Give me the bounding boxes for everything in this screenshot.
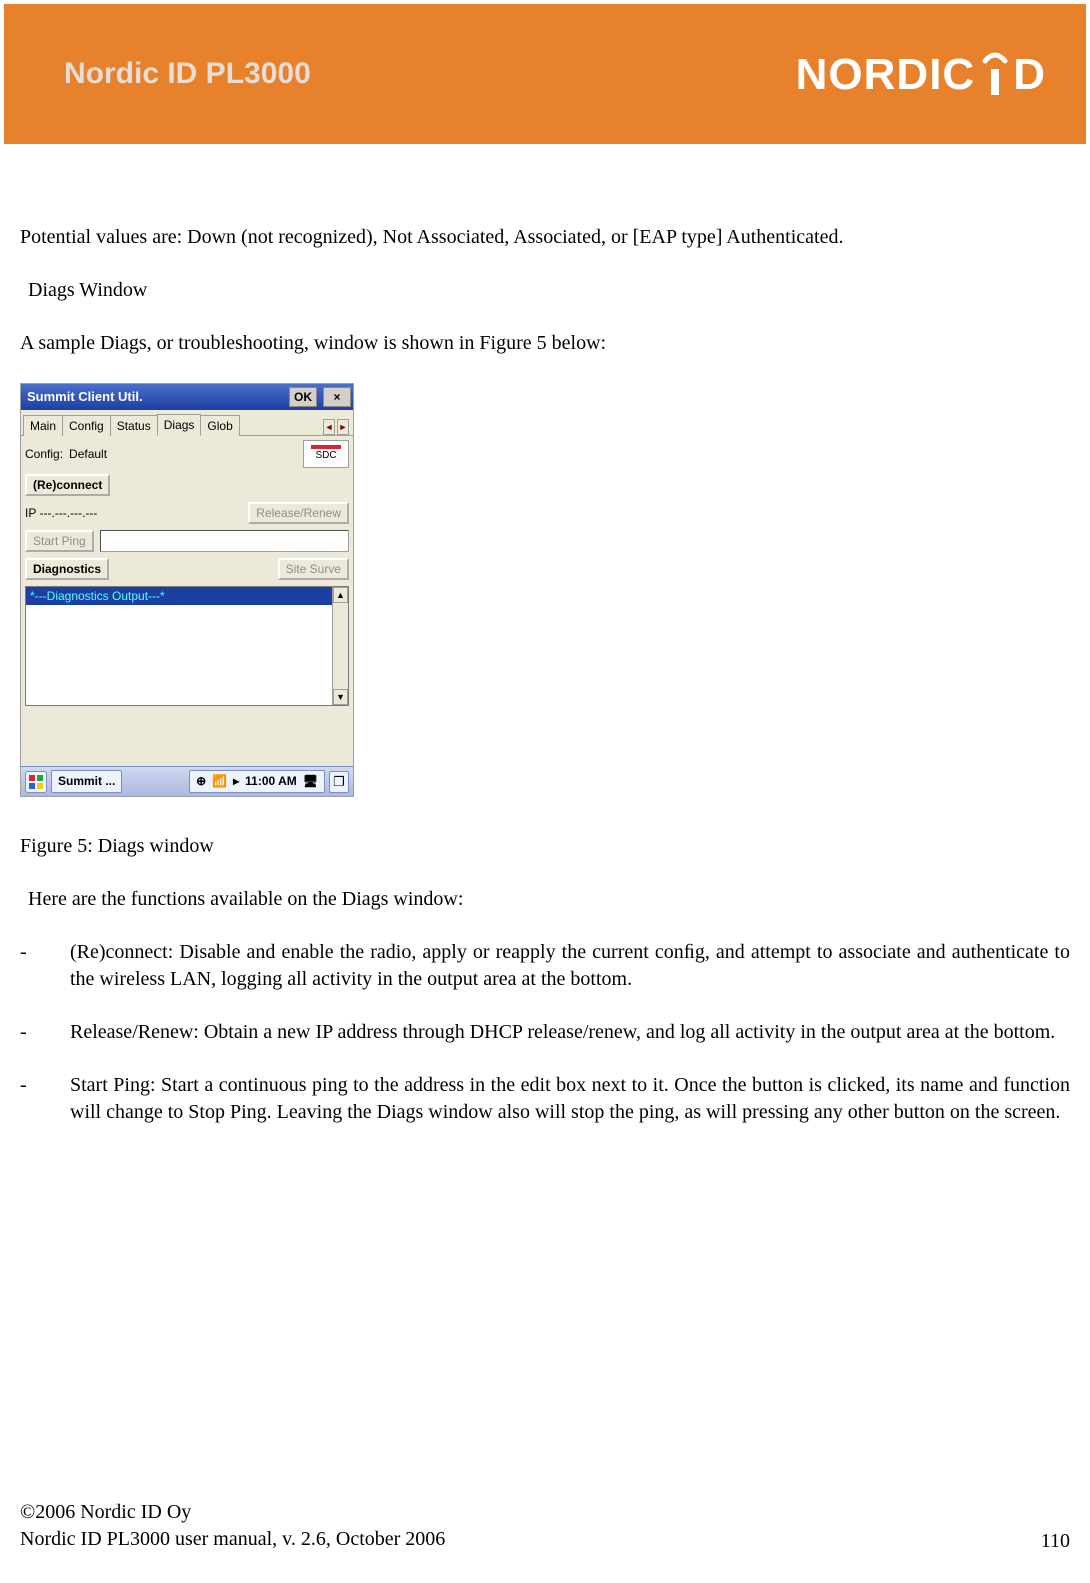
scu-tabstrip: Main Config Status Diags Glob ◄ ► — [21, 410, 353, 436]
paragraph: A sample Diags, or troubleshooting, wind… — [20, 330, 1070, 357]
system-tray[interactable]: ⊕ 📶 ▸ 11:00 AM 🖥 — [189, 770, 325, 792]
config-value: Default — [69, 446, 107, 462]
brand-logo: NORDIC D — [796, 51, 1046, 97]
doc-title: Nordic ID PL3000 — [64, 57, 311, 91]
clock: 11:00 AM — [245, 773, 297, 789]
signal-icon: 📶 — [212, 773, 227, 789]
output-header: *---Diagnostics Output---* — [26, 587, 332, 605]
scroll-up-icon[interactable]: ▲ — [333, 587, 348, 603]
doc-version: Nordic ID PL3000 user manual, v. 2.6, Oc… — [20, 1526, 445, 1553]
scroll-down-icon[interactable]: ▼ — [333, 689, 348, 705]
tab-main[interactable]: Main — [23, 415, 63, 436]
desktop-icon: ❐ — [333, 773, 345, 791]
release-renew-button[interactable]: Release/Renew — [248, 502, 349, 524]
taskbar-app-button[interactable]: Summit ... — [51, 770, 122, 792]
copyright: ©2006 Nordic ID Oy — [20, 1499, 445, 1526]
diagnostics-button[interactable]: Diagnostics — [25, 558, 109, 580]
scu-body: Config: Default SDC (Re)connect IP ---.-… — [21, 436, 353, 766]
config-label: Config: — [25, 446, 63, 462]
tab-scroll: ◄ ► — [323, 419, 351, 435]
tab-scroll-left-icon[interactable]: ◄ — [323, 419, 335, 435]
ping-address-input[interactable] — [100, 530, 349, 552]
scu-window: Summit Client Util. OK × Main Config Sta… — [20, 383, 354, 797]
bullet-text: Start Ping: Start a continuous ping to t… — [70, 1072, 1070, 1126]
network-icon: ⊕ — [196, 773, 206, 789]
bullet-marker: - — [20, 1072, 30, 1126]
chevron-right-icon: ▸ — [233, 773, 239, 789]
bullet-text: Release/Renew: Obtain a new IP address t… — [70, 1019, 1070, 1046]
brand-text-2: D — [1013, 53, 1046, 97]
sdc-text: SDC — [315, 449, 336, 463]
start-button[interactable] — [25, 771, 47, 793]
brand-i-mark — [981, 51, 1009, 97]
bullet-list: - (Re)connect: Disable and enable the ra… — [20, 939, 1070, 1126]
reconnect-button[interactable]: (Re)connect — [25, 474, 110, 496]
list-item: - (Re)connect: Disable and enable the ra… — [20, 939, 1070, 993]
section-heading: Diags Window — [28, 277, 1070, 304]
tab-config[interactable]: Config — [62, 415, 111, 436]
site-survey-button[interactable]: Site Surve — [278, 558, 349, 580]
show-desktop-button[interactable]: ❐ — [329, 771, 349, 793]
page-header: Nordic ID PL3000 NORDIC D — [4, 4, 1086, 144]
list-item: - Start Ping: Start a continuous ping to… — [20, 1072, 1070, 1126]
windows-flag-icon — [28, 774, 44, 790]
output-scrollbar[interactable]: ▲ ▼ — [332, 587, 348, 705]
paragraph: Potential values are: Down (not recogniz… — [20, 224, 1070, 251]
tab-global[interactable]: Glob — [200, 415, 239, 436]
page-footer: ©2006 Nordic ID Oy Nordic ID PL3000 user… — [20, 1499, 1070, 1553]
bullet-marker: - — [20, 939, 30, 993]
sdc-logo: SDC — [303, 440, 349, 468]
scu-titlebar: Summit Client Util. OK × — [21, 384, 353, 410]
scu-window-title: Summit Client Util. — [27, 388, 285, 406]
tab-diags[interactable]: Diags — [157, 414, 202, 436]
page-content: Potential values are: Down (not recogniz… — [0, 144, 1090, 1126]
paragraph: Here are the functions available on the … — [28, 886, 1070, 913]
tab-status[interactable]: Status — [110, 415, 158, 436]
close-button[interactable]: × — [323, 387, 351, 407]
screen-icon: 🖥 — [303, 773, 318, 789]
figure-caption: Figure 5: Diags window — [20, 833, 1070, 860]
bullet-marker: - — [20, 1019, 30, 1046]
taskbar: Summit ... ⊕ 📶 ▸ 11:00 AM 🖥 ❐ — [21, 766, 353, 796]
ip-label: IP ---.---.---.--- — [25, 505, 242, 521]
list-item: - Release/Renew: Obtain a new IP address… — [20, 1019, 1070, 1046]
ok-button[interactable]: OK — [289, 387, 317, 407]
page-number: 110 — [1041, 1530, 1070, 1553]
diagnostics-output: *---Diagnostics Output---* ▲ ▼ — [25, 586, 349, 706]
start-ping-button[interactable]: Start Ping — [25, 530, 94, 552]
brand-text-1: NORDIC — [796, 53, 976, 97]
config-row: Config: Default SDC — [25, 440, 349, 468]
tab-scroll-right-icon[interactable]: ► — [337, 419, 349, 435]
bullet-text: (Re)connect: Disable and enable the radi… — [70, 939, 1070, 993]
